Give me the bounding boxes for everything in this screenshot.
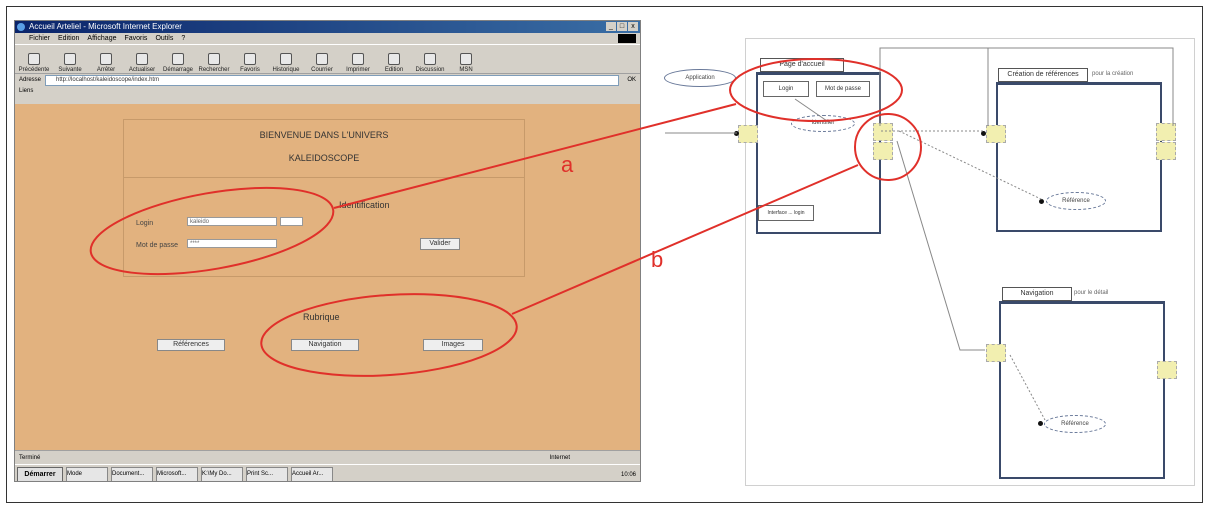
annotation-overlay: [89, 47, 1174, 421]
red-annotations: [89, 58, 922, 377]
connector-line: [988, 47, 1174, 126]
circle-ports: [854, 113, 922, 181]
connector-line: [794, 98, 831, 124]
callout-line-a: [333, 103, 737, 209]
callout-label-b: b: [651, 247, 664, 272]
connector-line: [1009, 354, 1046, 421]
ellipse-identification-form: [89, 186, 335, 276]
callout-label-a: a: [561, 152, 574, 177]
ellipse-rubrique-buttons: [260, 293, 518, 377]
diagram-connectors: [665, 47, 1174, 421]
ellipse-page-accueil: [729, 58, 903, 122]
callout-line-b: [511, 164, 859, 315]
